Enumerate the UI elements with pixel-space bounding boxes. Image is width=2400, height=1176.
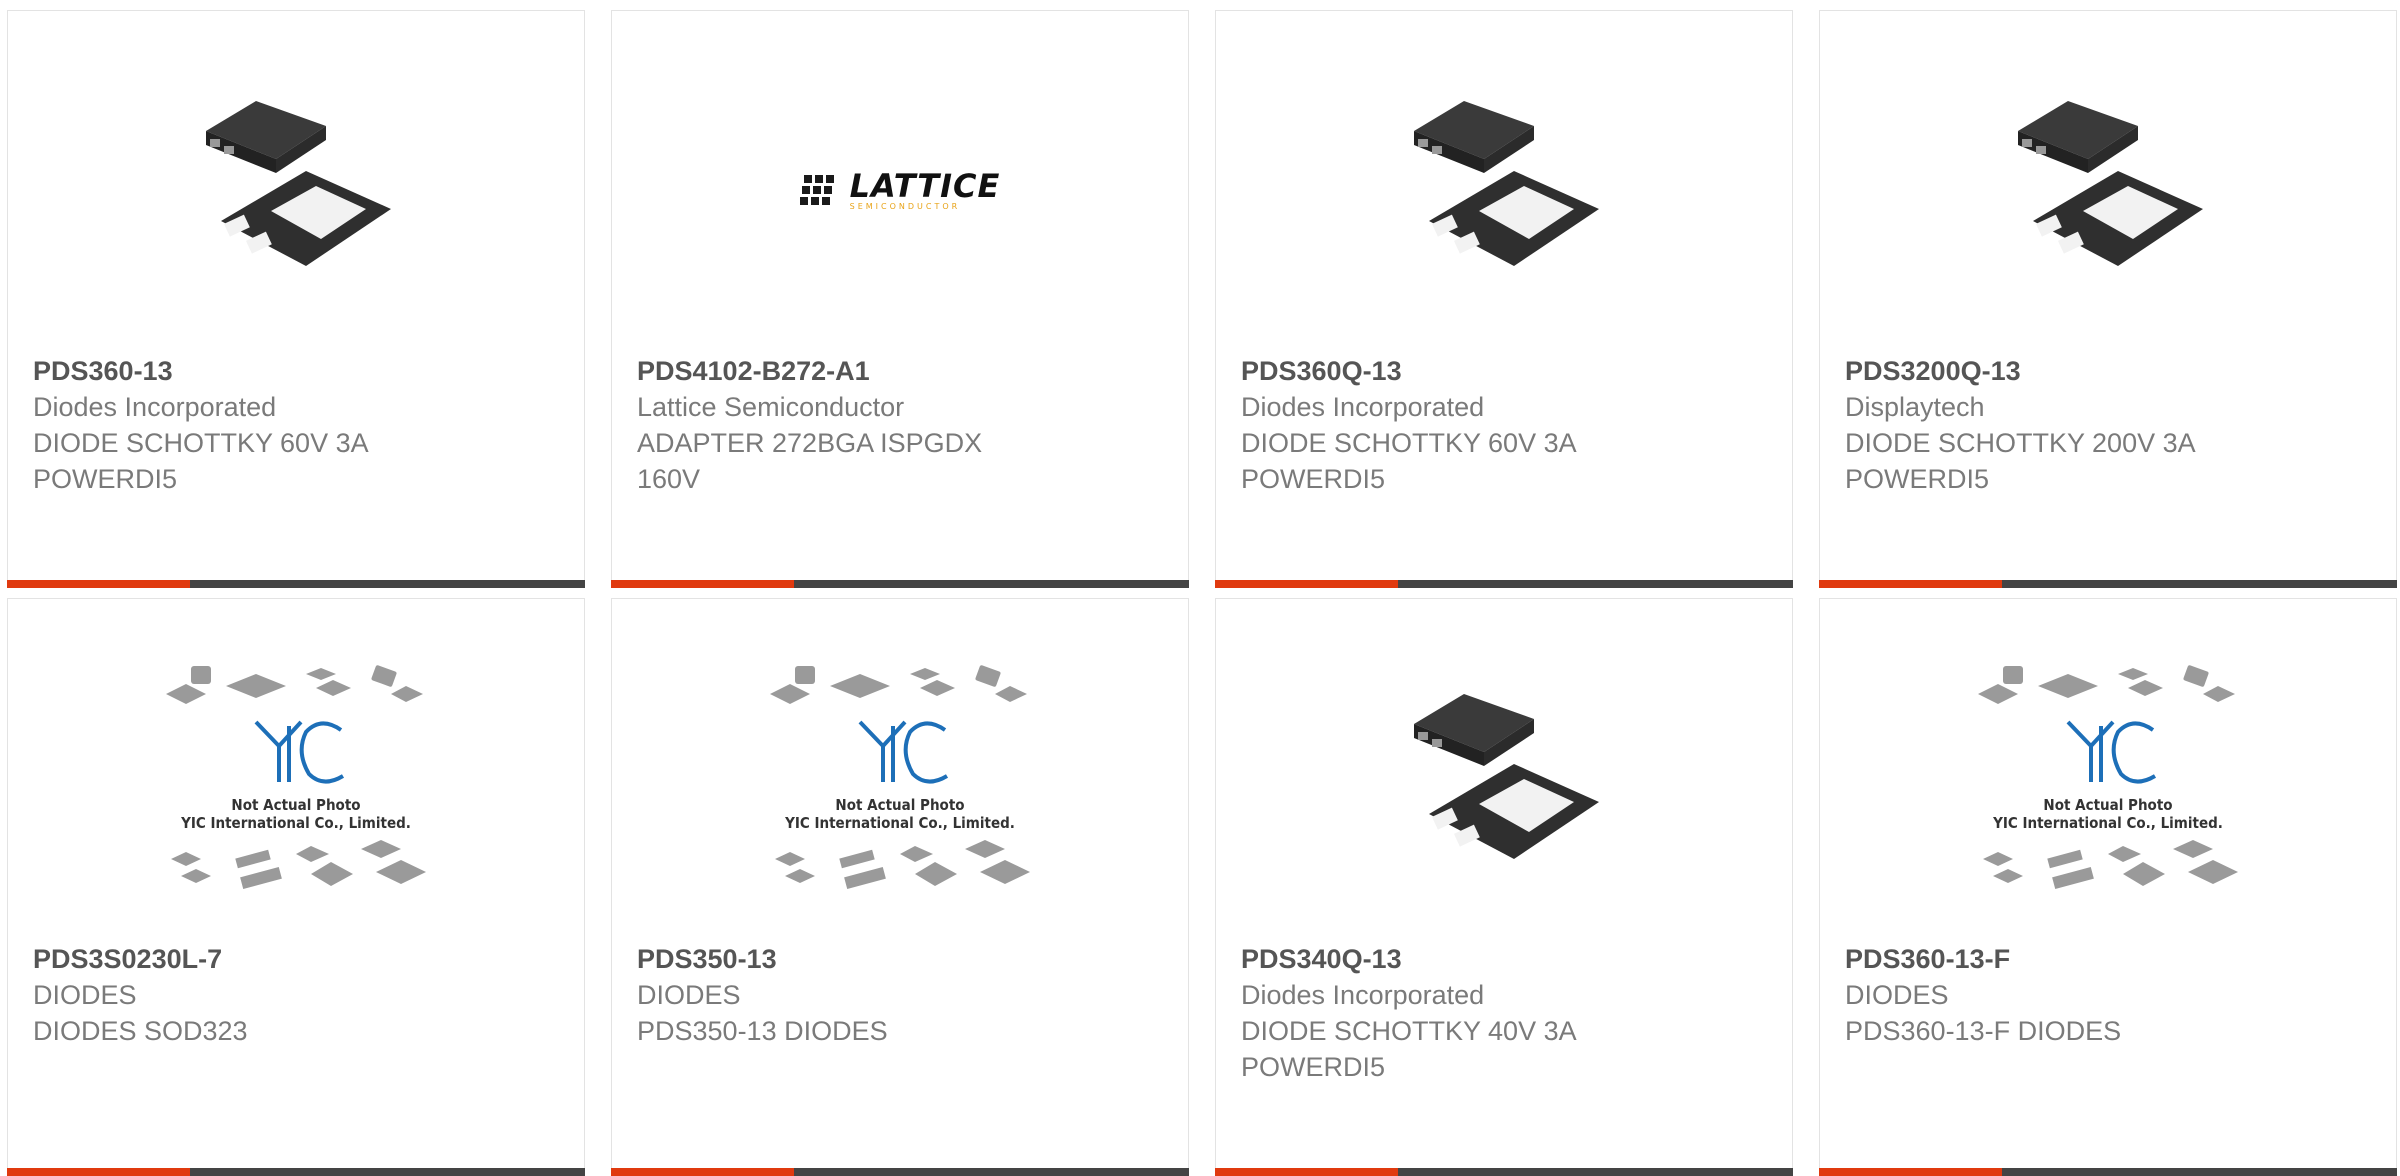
part-number[interactable]: PDS4102-B272-A1 [637, 353, 1163, 389]
part-number[interactable]: PDS340Q-13 [1241, 941, 1767, 977]
description-line2: POWERDI5 [33, 464, 178, 494]
manufacturer: Diodes Incorporated [1241, 980, 1485, 1010]
product-image[interactable]: Not Actual Photo YIC International Co., … [612, 665, 1188, 899]
manufacturer: DIODES [33, 980, 137, 1010]
part-number[interactable]: PDS3S0230L-7 [33, 941, 559, 977]
manufacturer: Lattice Semiconductor [637, 392, 905, 422]
powerdi5-package-icon [1414, 694, 1599, 859]
powerdi5-package-icon [2018, 101, 2203, 266]
card-bottom-bar [7, 580, 585, 588]
manufacturer: DIODES [1845, 980, 1949, 1010]
lattice-logo-subtext: SEMICONDUCTOR [849, 202, 961, 211]
yic-logo-icon [254, 720, 345, 784]
description: ADAPTER 272BGA ISPGDX [637, 428, 983, 458]
part-number[interactable]: PDS3200Q-13 [1845, 353, 2371, 389]
product-card[interactable]: PDS360-13 Diodes Incorporated DIODE SCHO… [7, 10, 585, 588]
description-line2: POWERDI5 [1241, 464, 1386, 494]
description: DIODE SCHOTTKY 200V 3A [1845, 428, 2196, 458]
manufacturer: Diodes Incorporated [1241, 392, 1485, 422]
description-line2: POWERDI5 [1845, 464, 1990, 494]
description-line2: 160V [637, 464, 701, 494]
description-line2: POWERDI5 [1241, 1052, 1386, 1082]
placeholder-caption-line1: Not Actual Photo [231, 796, 360, 814]
product-card[interactable]: LATTICE SEMICONDUCTOR PDS4102-B272-A1 La… [611, 10, 1189, 588]
card-bottom-bar [1819, 580, 2397, 588]
description: DIODES SOD323 [33, 1016, 248, 1046]
product-card[interactable]: Not Actual Photo YIC International Co., … [1819, 598, 2397, 1176]
product-image[interactable] [1216, 81, 1792, 301]
part-number[interactable]: PDS360-13-F [1845, 941, 2371, 977]
card-bottom-bar [7, 1168, 585, 1176]
placeholder-caption-line2: YIC International Co., Limited. [784, 814, 1015, 832]
product-card[interactable]: PDS340Q-13 Diodes Incorporated DIODE SCH… [1215, 598, 1793, 1176]
powerdi5-package-icon [1414, 101, 1599, 266]
description: DIODE SCHOTTKY 60V 3A [1241, 428, 1577, 458]
placeholder-caption-line2: YIC International Co., Limited. [180, 814, 411, 832]
manufacturer: Displaytech [1845, 392, 1985, 422]
yic-logo-icon [858, 720, 949, 784]
card-bottom-bar [1215, 580, 1793, 588]
description: PDS360-13-F DIODES [1845, 1016, 2122, 1046]
description: PDS350-13 DIODES [637, 1016, 888, 1046]
product-image[interactable]: Not Actual Photo YIC International Co., … [1820, 665, 2396, 899]
product-image[interactable] [1820, 81, 2396, 301]
lattice-grid-icon [799, 175, 834, 205]
lattice-logo-icon: LATTICE SEMICONDUCTOR [799, 167, 1001, 212]
placeholder-caption-line1: Not Actual Photo [835, 796, 964, 814]
placeholder-caption-line1: Not Actual Photo [2043, 796, 2172, 814]
yic-placeholder-icon: Not Actual Photo YIC International Co., … [166, 665, 426, 889]
yic-placeholder-icon: Not Actual Photo YIC International Co., … [1978, 665, 2238, 889]
card-bottom-bar [611, 1168, 1189, 1176]
manufacturer: Diodes Incorporated [33, 392, 277, 422]
product-image[interactable] [8, 81, 584, 301]
part-number[interactable]: PDS350-13 [637, 941, 1163, 977]
lattice-logo-text: LATTICE [849, 167, 1001, 205]
product-image[interactable] [1216, 669, 1792, 899]
product-card[interactable]: PDS360Q-13 Diodes Incorporated DIODE SCH… [1215, 10, 1793, 588]
description: DIODE SCHOTTKY 40V 3A [1241, 1016, 1577, 1046]
product-image[interactable]: Not Actual Photo YIC International Co., … [8, 665, 584, 899]
card-bottom-bar [611, 580, 1189, 588]
product-card[interactable]: Not Actual Photo YIC International Co., … [611, 598, 1189, 1176]
placeholder-caption-line2: YIC International Co., Limited. [1992, 814, 2223, 832]
product-card[interactable]: Not Actual Photo YIC International Co., … [7, 598, 585, 1176]
card-bottom-bar [1819, 1168, 2397, 1176]
description: DIODE SCHOTTKY 60V 3A [33, 428, 369, 458]
part-number[interactable]: PDS360Q-13 [1241, 353, 1767, 389]
yic-placeholder-icon: Not Actual Photo YIC International Co., … [770, 665, 1030, 889]
part-number[interactable]: PDS360-13 [33, 353, 559, 389]
product-card[interactable]: PDS3200Q-13 Displaytech DIODE SCHOTTKY 2… [1819, 10, 2397, 588]
card-bottom-bar [1215, 1168, 1793, 1176]
manufacturer: DIODES [637, 980, 741, 1010]
product-image[interactable]: LATTICE SEMICONDUCTOR [612, 81, 1188, 301]
powerdi5-package-icon [206, 101, 391, 266]
yic-logo-icon [2066, 720, 2157, 784]
